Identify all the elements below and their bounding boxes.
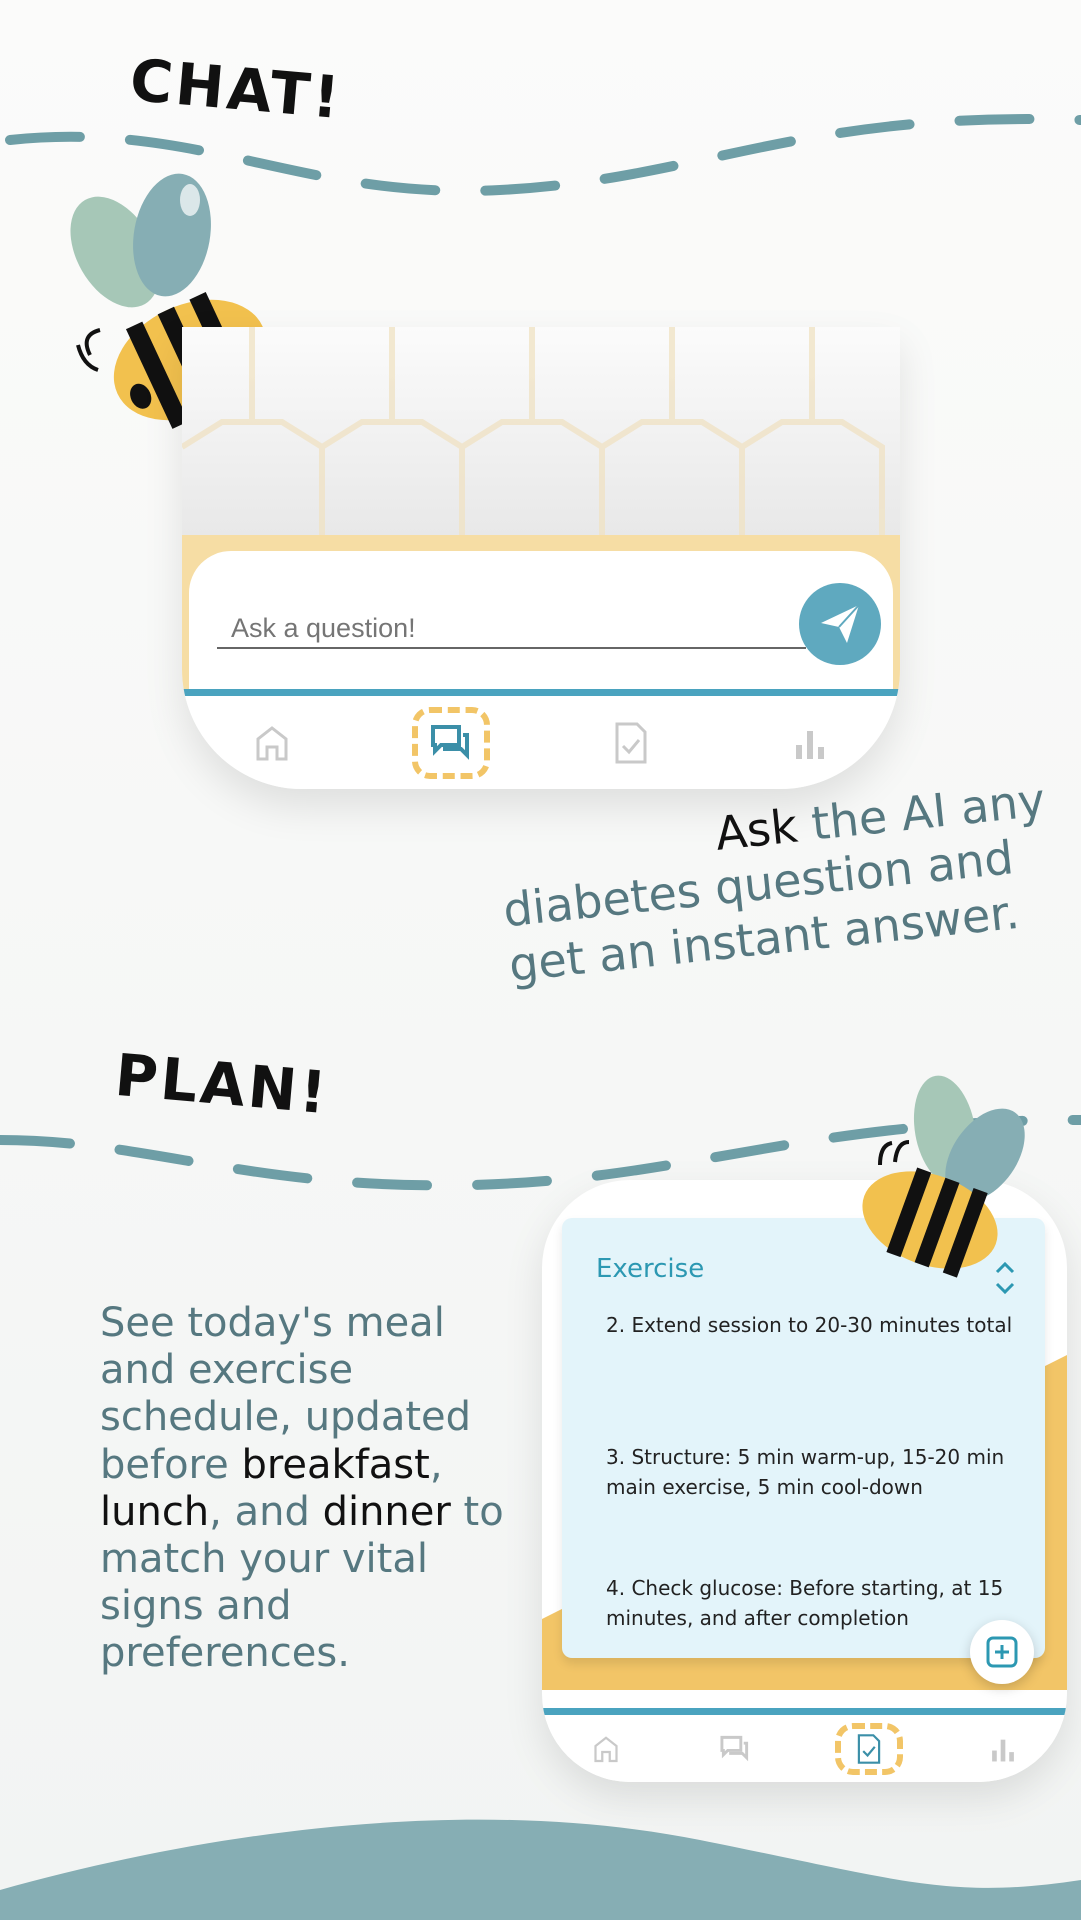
nav-plan[interactable] — [586, 703, 676, 783]
home-icon — [256, 725, 288, 760]
plan-caption: See today's meal and exercise schedule, … — [100, 1300, 504, 1677]
home-icon — [594, 1735, 618, 1762]
stats-icon — [796, 730, 825, 759]
honeycomb-background — [182, 327, 900, 537]
nav-divider — [542, 1708, 1067, 1715]
exercise-panel: Exercise 2. Extend session to 20-30 minu… — [562, 1218, 1045, 1658]
nav-divider — [182, 689, 900, 696]
chat-screen-preview — [182, 327, 900, 789]
nav-stats[interactable] — [968, 1719, 1038, 1779]
nav-plan[interactable] — [829, 1719, 909, 1779]
bottom-nav-bar — [182, 696, 900, 789]
stats-icon — [991, 1739, 1014, 1761]
send-button[interactable] — [799, 583, 881, 665]
chat-icon — [431, 724, 470, 760]
bottom-wave — [0, 1819, 1081, 1920]
checklist-icon — [615, 722, 647, 763]
exercise-step: 2. Extend session to 20-30 minutes total — [606, 1313, 1013, 1337]
caption-highlight: Ask — [712, 798, 801, 861]
question-input[interactable] — [217, 609, 806, 649]
bee-mascot-icon — [862, 1075, 1025, 1278]
nav-chat[interactable] — [700, 1719, 770, 1779]
add-button[interactable] — [970, 1620, 1034, 1684]
chat-icon — [720, 1735, 749, 1761]
bottom-nav-bar — [542, 1715, 1067, 1782]
chat-input-container — [189, 551, 893, 690]
nav-chat[interactable] — [406, 703, 496, 783]
exercise-step: 4. Check glucose: Before starting, at 15… — [606, 1576, 1004, 1630]
nav-home[interactable] — [227, 703, 317, 783]
checklist-icon — [857, 1733, 881, 1764]
exercise-step: 3. Structure: 5 min warm-up, 15-20 min m… — [606, 1445, 1005, 1499]
nav-home[interactable] — [571, 1719, 641, 1779]
send-icon — [821, 604, 860, 643]
chat-caption: Ask the AI any diabetes question and get… — [500, 772, 1048, 992]
plus-icon — [986, 1636, 1018, 1668]
exercise-title: Exercise — [596, 1254, 705, 1284]
nav-stats[interactable] — [765, 703, 855, 783]
